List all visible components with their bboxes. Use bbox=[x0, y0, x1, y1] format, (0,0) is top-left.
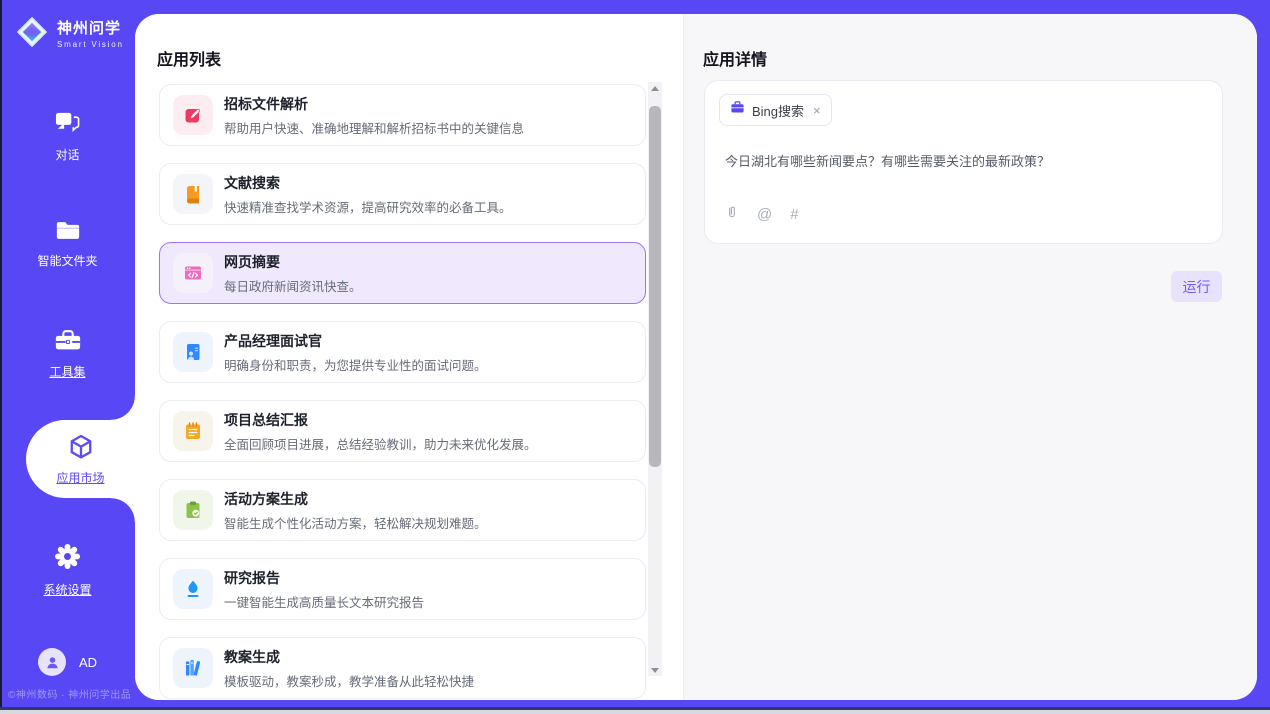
sidebar-item-settings[interactable]: 系统设置 bbox=[0, 543, 135, 598]
app-card-title: 研究报告 bbox=[224, 568, 424, 588]
gear-icon bbox=[54, 543, 81, 573]
browser-code-icon bbox=[173, 253, 213, 293]
app-card[interactable]: 活动方案生成 智能生成个性化活动方案，轻松解决规划难题。 bbox=[159, 479, 646, 541]
window-left-edge bbox=[0, 0, 2, 714]
app-card-list: 招标文件解析 帮助用户快速、准确地理解和解析招标书中的关键信息 文献搜索 快速精… bbox=[159, 84, 646, 700]
app-list-title: 应用列表 bbox=[157, 46, 221, 70]
app-card-desc: 模板驱动，教案秒成，教学准备从此轻松快捷 bbox=[224, 671, 474, 690]
tool-chip-label: Bing搜索 bbox=[752, 101, 804, 120]
run-button[interactable]: 运行 bbox=[1171, 271, 1222, 302]
app-card[interactable]: 招标文件解析 帮助用户快速、准确地理解和解析招标书中的关键信息 bbox=[159, 84, 646, 146]
app-card[interactable]: 研究报告 一键智能生成高质量长文本研究报告 bbox=[159, 558, 646, 620]
bubble-top-curve bbox=[111, 396, 135, 420]
user-profile[interactable]: AD bbox=[38, 648, 97, 676]
app-card-title: 产品经理面试官 bbox=[224, 331, 487, 351]
app-card-desc: 帮助用户快速、准确地理解和解析招标书中的关键信息 bbox=[224, 118, 524, 137]
brand-logo: 神州问学 Smart Vision bbox=[14, 14, 124, 55]
app-card-selected[interactable]: 网页摘要 每日政府新闻资讯快查。 bbox=[159, 242, 646, 304]
prompt-input-card[interactable]: Bing搜索 × 今日湖北有哪些新闻要点？有哪些需要关注的最新政策？ @ # bbox=[704, 80, 1223, 244]
app-card-desc: 智能生成个性化活动方案，轻松解决规划难题。 bbox=[224, 513, 487, 532]
paperclip-icon[interactable] bbox=[725, 204, 739, 225]
app-list-panel: 应用列表 招标文件解析 帮助用户快速、准确地理解和解析招标书中的关键信息 bbox=[135, 14, 683, 700]
app-card[interactable]: 文献搜索 快速精准查找学术资源，提高研究效率的必备工具。 bbox=[159, 163, 646, 225]
app-card-desc: 明确身份和职责，为您提供专业性的面试问题。 bbox=[224, 355, 487, 374]
toolbox-icon bbox=[54, 329, 82, 355]
attachment-toolbar: @ # bbox=[725, 204, 799, 225]
tool-chip-close-icon[interactable]: × bbox=[813, 103, 821, 118]
sidebar-item-label: 工具集 bbox=[49, 363, 85, 380]
brand-name: 神州问学 bbox=[57, 20, 124, 37]
sidebar-item-toolset[interactable]: 工具集 bbox=[0, 329, 135, 380]
hash-icon[interactable]: # bbox=[790, 207, 798, 222]
person-icon bbox=[44, 654, 61, 671]
app-card-title: 活动方案生成 bbox=[224, 489, 487, 509]
tool-chip-bing-search[interactable]: Bing搜索 × bbox=[719, 94, 832, 126]
brand-subtitle: Smart Vision bbox=[57, 40, 124, 49]
window-bottom-strip bbox=[0, 710, 1270, 714]
sidebar-item-smart-folder[interactable]: 智能文件夹 bbox=[0, 220, 135, 269]
app-card-title: 项目总结汇报 bbox=[224, 410, 537, 430]
cube-icon bbox=[66, 433, 96, 464]
app-card-title: 教案生成 bbox=[224, 647, 474, 667]
notepad-icon bbox=[173, 411, 213, 451]
app-card[interactable]: 教案生成 模板驱动，教案秒成，教学准备从此轻松快捷 bbox=[159, 637, 646, 699]
app-card-desc: 每日政府新闻资讯快查。 bbox=[224, 276, 362, 295]
app-card-title: 招标文件解析 bbox=[224, 94, 524, 114]
user-name: AD bbox=[79, 655, 97, 670]
app-card[interactable]: 项目总结汇报 全面回顾项目进展，总结经验教训，助力未来优化发展。 bbox=[159, 400, 646, 462]
app-card-title: 网页摘要 bbox=[224, 252, 362, 272]
brand-diamond-icon bbox=[14, 14, 50, 55]
app-detail-title: 应用详情 bbox=[703, 46, 767, 70]
bubble-bottom-curve bbox=[111, 498, 135, 522]
list-scrollbar[interactable] bbox=[648, 82, 662, 676]
app-card-desc: 快速精准查找学术资源，提高研究效率的必备工具。 bbox=[224, 197, 512, 216]
app-detail-panel: 应用详情 Bing搜索 × 今日湖北有哪些新闻要点？有哪些需要关注的最新政策？ bbox=[683, 14, 1257, 700]
books-icon bbox=[173, 648, 213, 688]
avatar bbox=[38, 648, 66, 676]
sidebar-item-label: 应用市场 bbox=[56, 469, 104, 486]
chat-icon bbox=[54, 110, 81, 138]
ink-pen-icon bbox=[173, 569, 213, 609]
clipboard-check-icon bbox=[173, 490, 213, 530]
query-text: 今日湖北有哪些新闻要点？有哪些需要关注的最新政策？ bbox=[725, 151, 1202, 170]
app-card-desc: 一键智能生成高质量长文本研究报告 bbox=[224, 592, 424, 611]
mention-icon[interactable]: @ bbox=[757, 207, 772, 222]
sidebar-item-label: 系统设置 bbox=[43, 581, 91, 598]
sidebar-item-chat[interactable]: 对话 bbox=[0, 110, 135, 163]
app-card-desc: 全面回顾项目进展，总结经验教训，助力未来优化发展。 bbox=[224, 434, 537, 453]
book-icon bbox=[173, 174, 213, 214]
app-card-title: 文献搜索 bbox=[224, 173, 512, 193]
main-container: 应用列表 招标文件解析 帮助用户快速、准确地理解和解析招标书中的关键信息 bbox=[135, 14, 1257, 700]
sidebar-item-label: 对话 bbox=[55, 146, 79, 163]
briefcase-icon bbox=[730, 100, 745, 120]
scroll-thumb[interactable] bbox=[649, 106, 661, 467]
scroll-up-button[interactable] bbox=[648, 82, 662, 94]
sidebar-item-app-market[interactable]: 应用市场 bbox=[26, 420, 135, 498]
folder-icon bbox=[55, 220, 81, 244]
scroll-down-button[interactable] bbox=[648, 664, 662, 676]
copyright-footer: ©神州数码 · 神州问学出品 bbox=[8, 686, 131, 701]
app-card[interactable]: 产品经理面试官 明确身份和职责，为您提供专业性的面试问题。 bbox=[159, 321, 646, 383]
sidebar-item-label: 智能文件夹 bbox=[37, 252, 97, 269]
resume-icon bbox=[173, 332, 213, 372]
edit-square-icon bbox=[173, 95, 213, 135]
sidebar: 神州问学 Smart Vision 对话 智能文件夹 bbox=[0, 0, 135, 714]
